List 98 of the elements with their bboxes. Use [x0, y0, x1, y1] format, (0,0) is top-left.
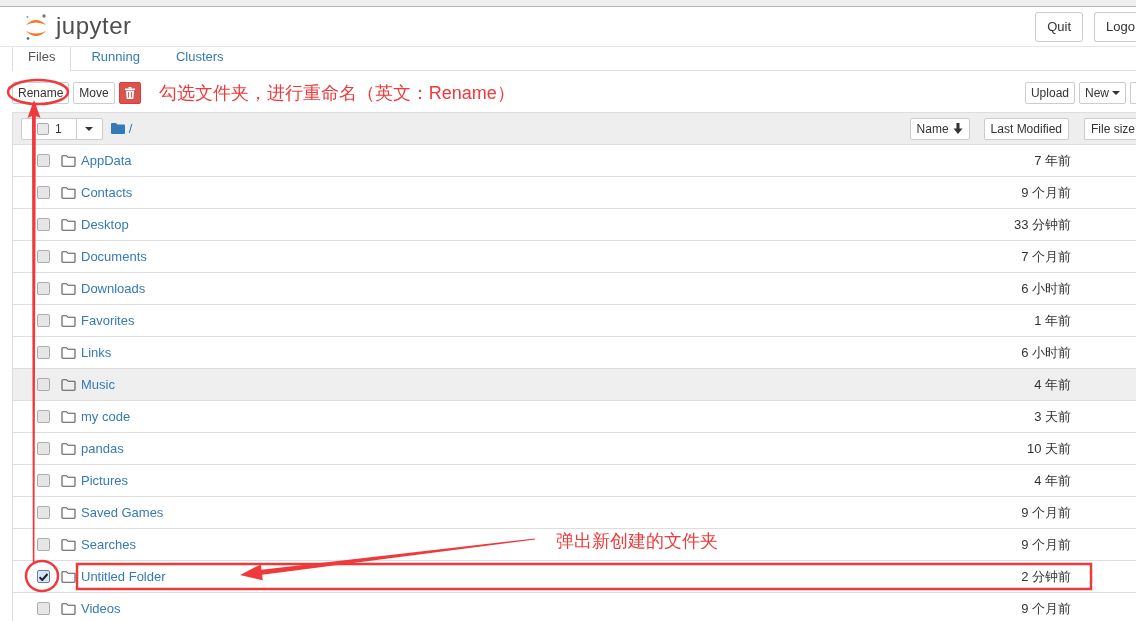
- logo-icon: [24, 12, 48, 41]
- folder-link[interactable]: Favorites: [81, 310, 135, 331]
- sort-button[interactable]: Name: [909, 117, 970, 140]
- modified-time: 6 小时前: [1021, 279, 1071, 298]
- folder-link[interactable]: Untitled Folder: [81, 566, 166, 587]
- upload-button[interactable]: Upload: [1024, 82, 1075, 104]
- annotation-note: 勾选文件夹，进行重命名（英文：Rename）: [158, 84, 515, 102]
- sort-button[interactable]: Last Modified: [983, 117, 1069, 140]
- tab[interactable]: Clusters: [159, 47, 240, 71]
- tab[interactable]: Running: [75, 47, 156, 71]
- modified-time: 9 个月前: [1021, 535, 1071, 554]
- row-checkbox[interactable]: [37, 602, 50, 615]
- file-row[interactable]: Links 6 小时前: [12, 336, 1136, 368]
- folder-link[interactable]: Pictures: [81, 470, 128, 491]
- row-checkbox[interactable]: [37, 378, 50, 391]
- file-row[interactable]: Documents 7 个月前: [12, 240, 1136, 272]
- folder-link[interactable]: Videos: [81, 598, 121, 619]
- modified-time: 3 天前: [1034, 407, 1071, 426]
- logo-text: jupyter: [56, 13, 132, 40]
- file-row[interactable]: Downloads 6 小时前: [12, 272, 1136, 304]
- modified-time: 9 个月前: [1021, 183, 1071, 202]
- folder-icon: [61, 570, 76, 583]
- new-dropdown-button[interactable]: New: [1079, 82, 1126, 104]
- toolbar-button[interactable]: Move: [73, 82, 115, 104]
- select-all-checkbox[interactable]: [37, 122, 49, 135]
- folder-icon: [61, 250, 76, 263]
- row-checkbox[interactable]: [37, 346, 50, 359]
- caret-icon: [85, 126, 94, 131]
- modified-time: 33 分钟前: [1013, 215, 1071, 234]
- folder-icon: [61, 186, 76, 199]
- folder-link[interactable]: Contacts: [81, 182, 133, 203]
- folder-icon: [61, 442, 76, 455]
- file-row[interactable]: pandas 10 天前: [12, 432, 1136, 464]
- quit-button[interactable]: Quit: [1035, 11, 1084, 42]
- folder-icon: [61, 282, 76, 295]
- folder-link[interactable]: Saved Games: [81, 502, 164, 523]
- breadcrumb-path[interactable]: /: [128, 118, 133, 139]
- folder-link[interactable]: Desktop: [81, 214, 129, 235]
- row-checkbox[interactable]: [37, 186, 50, 199]
- folder-icon: [61, 602, 76, 615]
- folder-link[interactable]: Links: [81, 342, 112, 363]
- folder-icon: [61, 410, 76, 423]
- modified-time: 4 年前: [1034, 375, 1071, 394]
- tab[interactable]: Files: [12, 47, 72, 71]
- row-checkbox[interactable]: [37, 250, 50, 263]
- folder-link[interactable]: my code: [81, 406, 131, 427]
- modified-time: 2 分钟前: [1021, 567, 1071, 586]
- folder-link[interactable]: Documents: [81, 246, 147, 267]
- modified-time: 6 小时前: [1021, 343, 1071, 362]
- file-row[interactable]: Videos 9 个月前: [12, 592, 1136, 621]
- folder-icon: [61, 346, 76, 359]
- modified-time: 7 个月前: [1021, 247, 1071, 266]
- folder-link[interactable]: AppData: [81, 150, 132, 171]
- file-row[interactable]: Music 4 年前: [12, 368, 1136, 400]
- folder-icon: [110, 123, 125, 134]
- file-row[interactable]: Contacts 9 个月前: [12, 176, 1136, 208]
- row-checkbox[interactable]: [37, 410, 50, 423]
- folder-icon: [61, 154, 76, 167]
- file-row[interactable]: AppData 7 年前: [12, 144, 1136, 176]
- trash-icon: [124, 87, 135, 99]
- row-checkbox[interactable]: [37, 218, 50, 231]
- annotation-ellipse: [6, 78, 70, 106]
- folder-link[interactable]: Searches: [81, 534, 136, 555]
- folder-icon: [61, 218, 76, 231]
- sort-button[interactable]: File size: [1084, 117, 1136, 140]
- row-checkbox[interactable]: [37, 314, 50, 327]
- modified-time: 1 年前: [1034, 311, 1071, 330]
- modified-time: 9 个月前: [1021, 503, 1071, 522]
- folder-icon: [61, 378, 76, 391]
- file-row[interactable]: Desktop 33 分钟前: [12, 208, 1136, 240]
- folder-icon: [61, 538, 76, 551]
- folder-icon: [61, 474, 76, 487]
- row-checkbox[interactable]: [37, 538, 50, 551]
- folder-icon: [61, 314, 76, 327]
- annotation-note: 弹出新创建的文件夹: [556, 530, 718, 552]
- file-row[interactable]: Pictures 4 年前: [12, 464, 1136, 496]
- delete-button[interactable]: [118, 82, 141, 104]
- arrow-down-icon: [952, 123, 963, 134]
- file-row[interactable]: Saved Games 9 个月前: [12, 496, 1136, 528]
- file-row[interactable]: my code 3 天前: [12, 400, 1136, 432]
- row-checkbox[interactable]: [37, 442, 50, 455]
- toolbar-button[interactable]: [1130, 82, 1136, 104]
- header-button[interactable]: Logo: [1094, 11, 1136, 42]
- folder-icon: [61, 506, 76, 519]
- row-checkbox[interactable]: [37, 570, 50, 583]
- modified-time: 9 个月前: [1021, 599, 1071, 618]
- modified-time: 7 年前: [1034, 151, 1071, 170]
- modified-time: 4 年前: [1034, 471, 1071, 490]
- row-checkbox[interactable]: [37, 154, 50, 167]
- row-checkbox[interactable]: [37, 506, 50, 519]
- folder-link[interactable]: pandas: [81, 438, 124, 459]
- annotation-circle: [24, 559, 60, 593]
- folder-link[interactable]: Music: [81, 374, 115, 395]
- file-row[interactable]: Favorites 1 年前: [12, 304, 1136, 336]
- row-checkbox[interactable]: [37, 474, 50, 487]
- row-checkbox[interactable]: [37, 282, 50, 295]
- folder-link[interactable]: Downloads: [81, 278, 146, 299]
- modified-time: 10 天前: [1026, 439, 1071, 458]
